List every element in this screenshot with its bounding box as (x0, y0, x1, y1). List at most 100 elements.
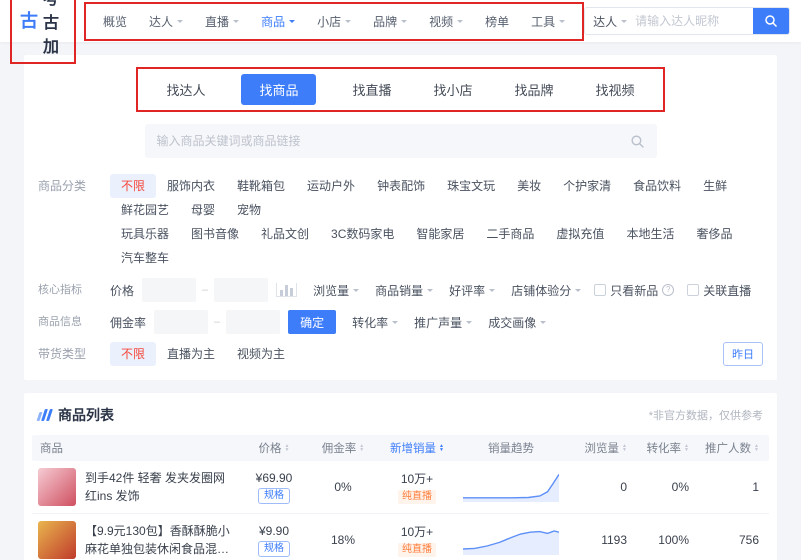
product-name[interactable]: 【9.9元130包】香酥酥脆小麻花单独包装休闲食品混合口味... (85, 522, 237, 558)
product-thumbnail[interactable] (38, 521, 76, 559)
nav-item-label: 榜单 (485, 13, 509, 30)
column-header-promoters[interactable]: 推广人数 ▲▼ (699, 440, 769, 456)
metric-dropdown[interactable]: 转化率 (352, 314, 398, 331)
nav-item[interactable]: 品牌 (362, 13, 418, 30)
filter-row-sale-type: 带货类型 不限 直播为主 视频为主 昨日 (38, 342, 763, 366)
brand-logo-text: 考古加 (43, 0, 60, 57)
search-type-tab[interactable]: 找商品 (241, 74, 316, 105)
sort-icon[interactable]: ▲▼ (622, 444, 627, 452)
metric-dropdown[interactable]: 店铺体验分 (511, 282, 581, 299)
product-list-card: 商品列表 *非官方数据，仅供参考 商品 价格 ▲▼ 佣金率 ▲▼ 新增销量 ▲▼… (24, 393, 777, 560)
table-row[interactable]: 到手42件 轻奢 发夹发圈网红ins 发饰 ¥69.90 规格 0% 10万+ … (32, 461, 769, 514)
category-chip[interactable]: 美妆 (506, 174, 552, 198)
checkbox-icon[interactable] (687, 284, 699, 296)
category-chip[interactable]: 母婴 (180, 198, 226, 222)
metric-dropdown[interactable]: 成交画像 (488, 314, 546, 331)
price-min-input[interactable] (142, 278, 196, 302)
column-header-commission[interactable]: 佣金率 ▲▼ (311, 440, 375, 456)
nav-item[interactable]: 工具 (520, 13, 576, 30)
chevron-down-icon (345, 20, 351, 26)
sale-type-chip[interactable]: 视频为主 (226, 342, 296, 366)
category-chip[interactable]: 玩具乐器 (110, 222, 180, 246)
search-button[interactable] (753, 7, 789, 35)
search-category-select[interactable]: 达人 (585, 13, 635, 30)
category-chip[interactable]: 本地生活 (615, 222, 685, 246)
product-cell[interactable]: 到手42件 轻奢 发夹发圈网红ins 发饰 (32, 468, 237, 506)
nav-item[interactable]: 小店 (306, 13, 362, 30)
confirm-button[interactable]: 确定 (288, 310, 336, 334)
category-chip[interactable]: 图书音像 (180, 222, 250, 246)
metric-dropdown-label: 成交画像 (488, 314, 536, 331)
range-dash: – (202, 284, 208, 296)
category-chip[interactable]: 礼品文创 (250, 222, 320, 246)
category-chip[interactable]: 奢侈品 (685, 222, 743, 246)
sale-type-chip[interactable]: 直播为主 (156, 342, 226, 366)
nav-item[interactable]: 视频 (418, 13, 474, 30)
category-chip[interactable]: 二手商品 (475, 222, 545, 246)
search-icon (764, 14, 778, 28)
sale-type-chip[interactable]: 不限 (110, 342, 156, 366)
filter-row-product-info: 商品信息 佣金率 – 确定 转化率 推广声量 (38, 310, 763, 334)
category-chip[interactable]: 生鲜 (692, 174, 738, 198)
search-type-tab[interactable]: 找直播 (346, 74, 397, 105)
column-header-price[interactable]: 价格 ▲▼ (237, 440, 311, 456)
search-type-tab[interactable]: 找品牌 (509, 74, 560, 105)
metric-dropdown[interactable]: 好评率 (449, 282, 495, 299)
chevron-down-icon (392, 321, 398, 327)
new-sales-value: 10万+ (401, 525, 433, 539)
talent-search-input[interactable] (635, 8, 753, 34)
nav-item[interactable]: 达人 (138, 13, 194, 30)
filter-checkbox[interactable]: 关联直播 ? (687, 282, 751, 299)
search-type-tab[interactable]: 找达人 (160, 74, 211, 105)
commission-max-input[interactable] (226, 310, 280, 334)
nav-item[interactable]: 榜单 (474, 13, 520, 30)
category-chip[interactable]: 虚拟充值 (545, 222, 615, 246)
category-chip[interactable]: 鞋靴箱包 (226, 174, 296, 198)
category-chip[interactable]: 鲜花园艺 (110, 198, 180, 222)
product-cell[interactable]: 【9.9元130包】香酥酥脆小麻花单独包装休闲食品混合口味... (32, 521, 237, 559)
metric-dropdown[interactable]: 推广声量 (414, 314, 472, 331)
category-chip[interactable]: 智能家居 (405, 222, 475, 246)
list-title: 商品列表 (38, 405, 114, 425)
sort-icon[interactable]: ▲▼ (684, 444, 689, 452)
product-name[interactable]: 到手42件 轻奢 发夹发圈网红ins 发饰 (85, 469, 237, 505)
search-type-tab[interactable]: 找视频 (590, 74, 641, 105)
nav-item[interactable]: 概览 (92, 13, 138, 30)
checkbox-icon[interactable] (594, 284, 606, 296)
price-max-input[interactable] (214, 278, 268, 302)
data-disclaimer: *非官方数据，仅供参考 (649, 407, 763, 423)
category-chip[interactable]: 食品饮料 (622, 174, 692, 198)
category-chip[interactable]: 不限 (110, 174, 156, 198)
category-chip[interactable]: 运动户外 (296, 174, 366, 198)
table-row[interactable]: 【9.9元130包】香酥酥脆小麻花单独包装休闲食品混合口味... ¥9.90 规… (32, 514, 769, 560)
product-search-bar (145, 124, 657, 158)
category-chip[interactable]: 珠宝文玩 (436, 174, 506, 198)
category-chip[interactable]: 宠物 (226, 198, 272, 222)
category-chip[interactable]: 个护家清 (552, 174, 622, 198)
product-search-input[interactable] (157, 134, 630, 148)
sort-icon[interactable]: ▲▼ (754, 444, 759, 452)
chevron-down-icon (621, 20, 627, 26)
filter-checkbox[interactable]: 只看新品 ? (594, 282, 674, 299)
category-chip[interactable]: 3C数码家电 (320, 222, 405, 246)
column-header-views[interactable]: 浏览量 ▲▼ (563, 440, 637, 456)
category-chip[interactable]: 服饰内衣 (156, 174, 226, 198)
product-thumbnail[interactable] (38, 468, 76, 506)
category-chip[interactable]: 汽车整车 (110, 246, 180, 270)
column-header-new-sales[interactable]: 新增销量 ▲▼ (375, 440, 459, 456)
sort-icon[interactable]: ▲▼ (359, 444, 364, 452)
search-type-tab[interactable]: 找小店 (428, 74, 479, 105)
price-distribution-icon[interactable] (276, 283, 297, 297)
category-chip[interactable]: 钟表配饰 (366, 174, 436, 198)
info-icon[interactable]: ? (662, 284, 674, 296)
sort-icon[interactable]: ▲▼ (439, 444, 444, 452)
column-header-conversion[interactable]: 转化率 ▲▼ (637, 440, 699, 456)
nav-item[interactable]: 直播 (194, 13, 250, 30)
metric-dropdown[interactable]: 商品销量 (375, 282, 433, 299)
date-range-button[interactable]: 昨日 (723, 342, 763, 366)
sort-icon[interactable]: ▲▼ (285, 444, 290, 452)
commission-min-input[interactable] (154, 310, 208, 334)
metric-dropdown[interactable]: 浏览量 (313, 282, 359, 299)
column-header-product[interactable]: 商品 (32, 440, 237, 456)
nav-item[interactable]: 商品 (250, 13, 306, 30)
